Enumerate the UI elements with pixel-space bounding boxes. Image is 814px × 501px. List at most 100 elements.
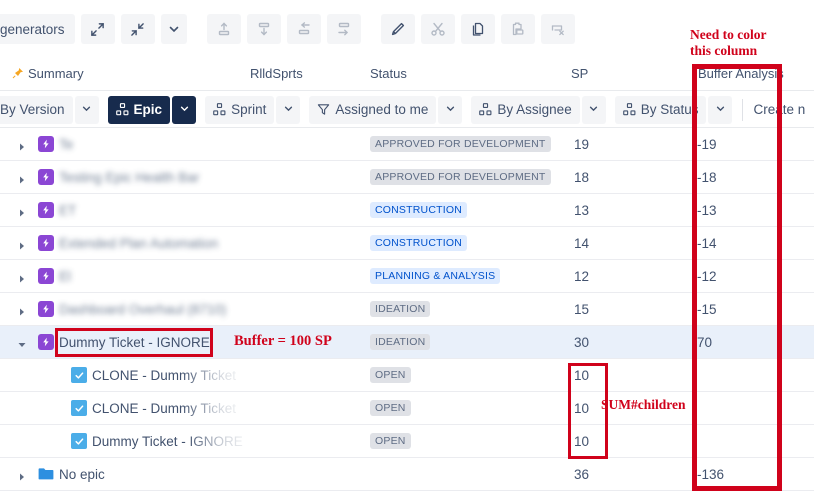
create-button[interactable]: Create n: [753, 102, 805, 117]
status-badge[interactable]: OPEN: [370, 400, 411, 416]
table-row[interactable]: Dummy Ticket - IGNORE OPEN 10: [0, 425, 814, 458]
row-summary[interactable]: ET: [59, 203, 76, 218]
table-row[interactable]: No epic 36 -136: [0, 458, 814, 491]
row-sp-value[interactable]: 36: [574, 467, 589, 482]
row-buffer-value[interactable]: 70: [697, 335, 712, 350]
generators-tab[interactable]: generators: [0, 14, 75, 44]
filter-chip-by-status[interactable]: By Status: [614, 95, 707, 124]
status-badge[interactable]: IDEATION: [370, 334, 431, 350]
row-sp-value[interactable]: 10: [574, 434, 589, 449]
filter-chip-assigned-to-me[interactable]: Assigned to me: [309, 95, 437, 124]
filter-chip-epic[interactable]: Epic: [107, 95, 171, 124]
outdent-button[interactable]: [286, 14, 321, 44]
edit-button[interactable]: [380, 14, 415, 44]
filter-chip-caret-epic[interactable]: [172, 95, 197, 124]
row-summary[interactable]: Extended Plan Automation: [59, 236, 218, 251]
column-header-row: Summary RlldSprts Status SP Buffer Analy…: [0, 64, 814, 91]
table-row[interactable]: CLONE - Dummy Ticket OPEN 10: [0, 359, 814, 392]
row-summary[interactable]: CLONE - Dummy Ticket: [92, 401, 236, 416]
cut-button[interactable]: [420, 14, 455, 44]
expand-arrow-icon[interactable]: [17, 239, 27, 250]
row-sp-value[interactable]: 12: [574, 269, 589, 284]
filter-chip-caret-by-status[interactable]: [708, 95, 733, 124]
move-up-button[interactable]: [206, 14, 241, 44]
expand-options-button[interactable]: [160, 14, 187, 44]
outdent-icon: [296, 21, 312, 37]
row-summary[interactable]: Dashboard Overhaul (8710): [59, 302, 226, 317]
table-row[interactable]: Testing Epic Health Bar APPROVED FOR DEVE…: [0, 161, 814, 194]
status-badge[interactable]: APPROVED FOR DEVELOPMENT: [370, 136, 551, 152]
status-badge[interactable]: IDEATION: [370, 301, 431, 317]
table-row[interactable]: ET CONSTRUCTION 13 -13: [0, 194, 814, 227]
row-sp-value[interactable]: 18: [574, 170, 589, 185]
row-sp-value[interactable]: 15: [574, 302, 589, 317]
move-down-button[interactable]: [246, 14, 281, 44]
status-badge[interactable]: APPROVED FOR DEVELOPMENT: [370, 169, 551, 185]
row-sp-value[interactable]: 10: [574, 401, 589, 416]
copy-icon: [470, 21, 486, 37]
row-summary[interactable]: Dummy Ticket - IGNORE: [59, 335, 210, 350]
filter-chip-by-version[interactable]: By Version: [0, 95, 73, 124]
row-summary[interactable]: Te: [59, 137, 73, 152]
table-row[interactable]: Dummy Ticket - IGNORE IDEATION 30 70: [0, 326, 814, 359]
expand-arrow-icon[interactable]: [17, 173, 27, 184]
status-badge[interactable]: OPEN: [370, 367, 411, 383]
row-summary[interactable]: CLONE - Dummy Ticket: [92, 368, 236, 383]
table-row[interactable]: Extended Plan Automation CONSTRUCTION 14 -1…: [0, 227, 814, 260]
collapse-all-button[interactable]: [120, 14, 155, 44]
status-badge[interactable]: CONSTRUCTION: [370, 202, 467, 218]
status-badge[interactable]: OPEN: [370, 433, 411, 449]
row-summary[interactable]: Testing Epic Health Bar: [59, 170, 199, 185]
column-header-summary[interactable]: Summary: [28, 66, 84, 81]
filter-chip-caret-by-version[interactable]: [74, 95, 99, 124]
filter-chip-label: Assigned to me: [335, 102, 429, 117]
task-type-icon: [71, 400, 87, 416]
filter-chip-by-assignee[interactable]: By Assignee: [471, 95, 580, 124]
row-buffer-value[interactable]: -18: [697, 170, 717, 185]
cut-scissors-icon: [430, 21, 446, 37]
table-row[interactable]: Dashboard Overhaul (8710) IDEATION 15 -15: [0, 293, 814, 326]
expand-all-button[interactable]: [80, 14, 115, 44]
filter-chip-caret-assigned-to-me[interactable]: [438, 95, 463, 124]
filter-chip-caret-sprint[interactable]: [276, 95, 301, 124]
expand-arrow-icon[interactable]: [17, 206, 27, 217]
expand-arrow-icon[interactable]: [17, 305, 27, 316]
row-buffer-value[interactable]: -13: [697, 203, 717, 218]
filter-chip-caret-by-assignee[interactable]: [581, 95, 606, 124]
row-buffer-value[interactable]: -136: [697, 467, 724, 482]
row-sp-value[interactable]: 10: [574, 368, 589, 383]
row-sp-value[interactable]: 30: [574, 335, 589, 350]
toolbar-group-edit: [375, 14, 575, 44]
row-summary[interactable]: Dummy Ticket - IGNORE: [92, 434, 243, 449]
row-buffer-value[interactable]: -14: [697, 236, 717, 251]
row-buffer-value[interactable]: -19: [697, 137, 717, 152]
status-badge[interactable]: CONSTRUCTION: [370, 235, 467, 251]
table-row[interactable]: CLONE - Dummy Ticket OPEN 10: [0, 392, 814, 425]
column-header-buffer-analysis[interactable]: Buffer Analysis: [698, 66, 784, 81]
row-sp-value[interactable]: 14: [574, 236, 589, 251]
expand-arrow-icon[interactable]: [17, 272, 27, 283]
table-row[interactable]: El PLANNING & ANALYSIS 12 -12: [0, 260, 814, 293]
annotation-need-to-color-line1: Need to color: [690, 27, 767, 42]
column-header-sp[interactable]: SP: [571, 66, 588, 81]
expand-arrow-icon[interactable]: [17, 140, 27, 151]
epic-type-icon: [38, 136, 54, 152]
copy-button[interactable]: [460, 14, 495, 44]
indent-button[interactable]: [326, 14, 361, 44]
paste-button[interactable]: [500, 14, 535, 44]
column-header-status[interactable]: Status: [370, 66, 407, 81]
filter-chip-sprint[interactable]: Sprint: [205, 95, 275, 124]
row-buffer-value[interactable]: -15: [697, 302, 717, 317]
column-header-rlldsprts[interactable]: RlldSprts: [250, 66, 303, 81]
structure-icon: [479, 103, 492, 116]
row-buffer-value[interactable]: -12: [697, 269, 717, 284]
collapse-arrow-icon[interactable]: [17, 338, 27, 348]
row-sp-value[interactable]: 13: [574, 203, 589, 218]
row-summary[interactable]: El: [59, 269, 71, 284]
row-summary[interactable]: No epic: [59, 467, 105, 482]
status-badge[interactable]: PLANNING & ANALYSIS: [370, 268, 501, 284]
table-row[interactable]: Te APPROVED FOR DEVELOPMENT 19 -19: [0, 128, 814, 161]
expand-arrow-icon[interactable]: [17, 470, 27, 481]
row-sp-value[interactable]: 19: [574, 137, 589, 152]
delete-button[interactable]: [540, 14, 575, 44]
